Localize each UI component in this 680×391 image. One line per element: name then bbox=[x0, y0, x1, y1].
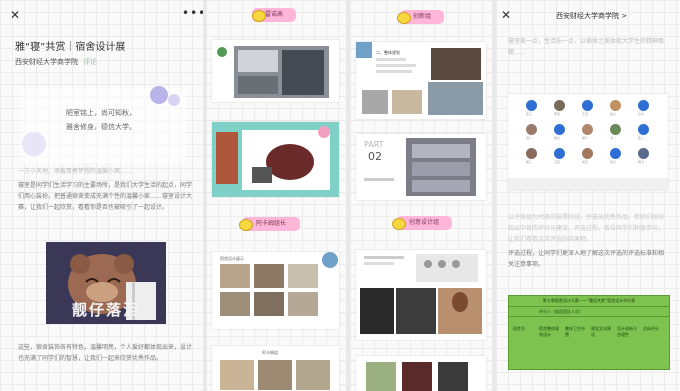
close-icon[interactable]: ✕ bbox=[501, 8, 511, 22]
slide-thumbnail[interactable] bbox=[212, 122, 339, 197]
participant-avatar bbox=[638, 100, 649, 111]
participant-name: 韩七 bbox=[638, 160, 645, 164]
emoji-sticker-icon bbox=[397, 12, 411, 24]
table-header-cell: 寝室文化建设 bbox=[591, 326, 611, 337]
room-collage bbox=[366, 362, 468, 391]
slide-thumbnail[interactable] bbox=[356, 356, 486, 391]
participant-avatar bbox=[610, 148, 621, 159]
table-header-cell: 设计创新与合理性 bbox=[617, 326, 637, 337]
video-meeting-screenshot[interactable]: 张三 李四 王五 赵六 孙七周八 吴九 郑十 冯一 陈二褚三 卫四 蒋五 沈六 韩七 bbox=[508, 94, 668, 190]
quote-line: 雅舍修身，德信大学。 bbox=[66, 123, 136, 131]
emoji-sticker-icon bbox=[252, 10, 266, 22]
table-header-cell: 宿舍整体规划设计 bbox=[539, 326, 559, 337]
participant-avatar bbox=[582, 148, 593, 159]
meme-image: 靓仔落泪 bbox=[46, 242, 166, 324]
participant-name: 蒋五 bbox=[582, 160, 589, 164]
faint-text: 以评审组为代表的投票阶段，评选出优秀作品，老师们纷纷给出中肯的评价与建议，评选过… bbox=[508, 214, 665, 243]
decor-circle bbox=[150, 86, 168, 104]
participant-avatar bbox=[554, 100, 565, 111]
slides-panel-right: 创新组 二、整体规划 PART 02 创意设计组 bbox=[350, 0, 492, 391]
account-header-link[interactable]: 西安财经大学商学院 > bbox=[556, 11, 627, 21]
faint-text: 寝室美一点，生活乐一点，以宿舍之美体现大学生的精神面貌…… bbox=[508, 38, 665, 56]
article-meta: 西安财经大学商学院 评论 bbox=[15, 57, 97, 67]
quote-line: 陋室铭上，尚可知秋， bbox=[66, 109, 136, 117]
decor-circle bbox=[22, 132, 46, 156]
article-panel-right: ✕ 西安财经大学商学院 > 寝室美一点，生活乐一点，以宿舍之美体现大学生的精神面… bbox=[496, 0, 680, 391]
table-header-cell: 整体卫生布置 bbox=[565, 326, 585, 337]
account-name[interactable]: 西安财经大学商学院 bbox=[15, 58, 78, 66]
participant-name: 陈二 bbox=[638, 136, 645, 140]
participant-avatar bbox=[554, 148, 565, 159]
slide-thumbnail[interactable]: 阿卡姆组 bbox=[212, 346, 339, 391]
participant-name: 赵六 bbox=[610, 112, 617, 116]
participant-avatar bbox=[610, 124, 621, 135]
emoji-sticker-icon bbox=[239, 219, 253, 231]
participant-avatar bbox=[526, 148, 537, 159]
comment-tag[interactable]: 评论 bbox=[83, 58, 97, 66]
participant-avatar bbox=[638, 148, 649, 159]
table-header-cell: 宿舍号 bbox=[513, 326, 525, 331]
meeting-toolbar bbox=[508, 178, 668, 190]
participant-name: 李四 bbox=[554, 112, 561, 116]
article-panel: ✕ ••• 雅“寝”共赏｜宿舍设计展 西安财经大学商学院评论 陋室铭上，尚可知秋… bbox=[0, 0, 203, 391]
article-title: 雅“寝”共赏｜宿舍设计展 bbox=[15, 42, 126, 53]
emoji-sticker-icon bbox=[392, 218, 406, 230]
participant-name: 卫四 bbox=[554, 160, 561, 164]
participant-avatar bbox=[554, 124, 565, 135]
participant-name: 沈六 bbox=[610, 160, 617, 164]
slide-thumbnail[interactable]: PART 02 bbox=[356, 134, 486, 200]
faint-text: 一方小天地，承载青春梦想的温馨小窝…… bbox=[18, 168, 133, 175]
slide-title: 二、整体规划 bbox=[376, 50, 400, 55]
article-paragraph: 这些，宿舍装饰各有特色，温馨明亮，个人爱好都体现出来，设计也充满了同学们的智慧，… bbox=[18, 344, 193, 362]
slide-title: 阿卡姆组 bbox=[262, 350, 278, 355]
meme-caption: 靓仔落泪 bbox=[71, 301, 140, 319]
slide-thumbnail[interactable] bbox=[356, 250, 486, 340]
table-header-cell: 评分人（组员团队人员） bbox=[539, 309, 583, 314]
part-label: PART bbox=[364, 140, 384, 149]
part-number: 02 bbox=[368, 150, 382, 163]
room-collage bbox=[220, 252, 338, 316]
score-table-image: 第七季宿舍设计大赛——“雅设共赏”宿舍设计评分表 评分人（组员团队人员） 宿舍号 宿… bbox=[508, 295, 670, 370]
participant-name: 孙七 bbox=[638, 112, 645, 116]
article-paragraph: 评选过程，让同学们更深入地了解这次评选的评选标准和相关注意事项。 bbox=[508, 250, 665, 268]
participant-avatar bbox=[526, 100, 537, 111]
table-header-cell: 总体评分 bbox=[643, 326, 659, 331]
room-photo bbox=[212, 40, 339, 102]
participant-name: 周八 bbox=[526, 136, 533, 140]
gym-collage bbox=[360, 254, 482, 334]
more-menu-icon[interactable]: ••• bbox=[182, 6, 203, 20]
article-paragraph: 寝室是同学们生活学习的主要场所，是我们大学生活的起点，同学们用心装扮，把普通宿舍… bbox=[18, 182, 193, 211]
participant-name: 吴九 bbox=[554, 136, 561, 140]
participant-name: 冯一 bbox=[610, 136, 617, 140]
participant-name: 郑十 bbox=[582, 136, 589, 140]
participant-name: 张三 bbox=[526, 112, 533, 116]
quote-card: 陋室铭上，尚可知秋， 雅舍修身，德信大学。 bbox=[20, 86, 186, 163]
slide-thumbnail[interactable]: 二、整体规划 bbox=[356, 42, 486, 119]
slides-panel-left: 雷诺高 阿卡姆组长 宿舍设计展示 阿卡姆组 bbox=[206, 0, 346, 391]
table-title: 第七季宿舍设计大赛——“雅设共赏”宿舍设计评分表 bbox=[542, 298, 636, 303]
slide-title: 宿舍设计展示 bbox=[220, 256, 244, 261]
participant-avatar bbox=[638, 124, 649, 135]
room-photo bbox=[212, 122, 339, 197]
participant-name: 褚三 bbox=[526, 160, 533, 164]
participant-avatar bbox=[582, 100, 593, 111]
close-icon[interactable]: ✕ bbox=[10, 8, 20, 22]
participant-name: 王五 bbox=[582, 112, 589, 116]
participant-avatar bbox=[582, 124, 593, 135]
decor-circle bbox=[168, 94, 180, 106]
participant-avatar bbox=[610, 100, 621, 111]
slide-thumbnail[interactable] bbox=[212, 40, 339, 102]
participant-avatar bbox=[526, 124, 537, 135]
slide-thumbnail[interactable]: 宿舍设计展示 bbox=[212, 252, 339, 329]
